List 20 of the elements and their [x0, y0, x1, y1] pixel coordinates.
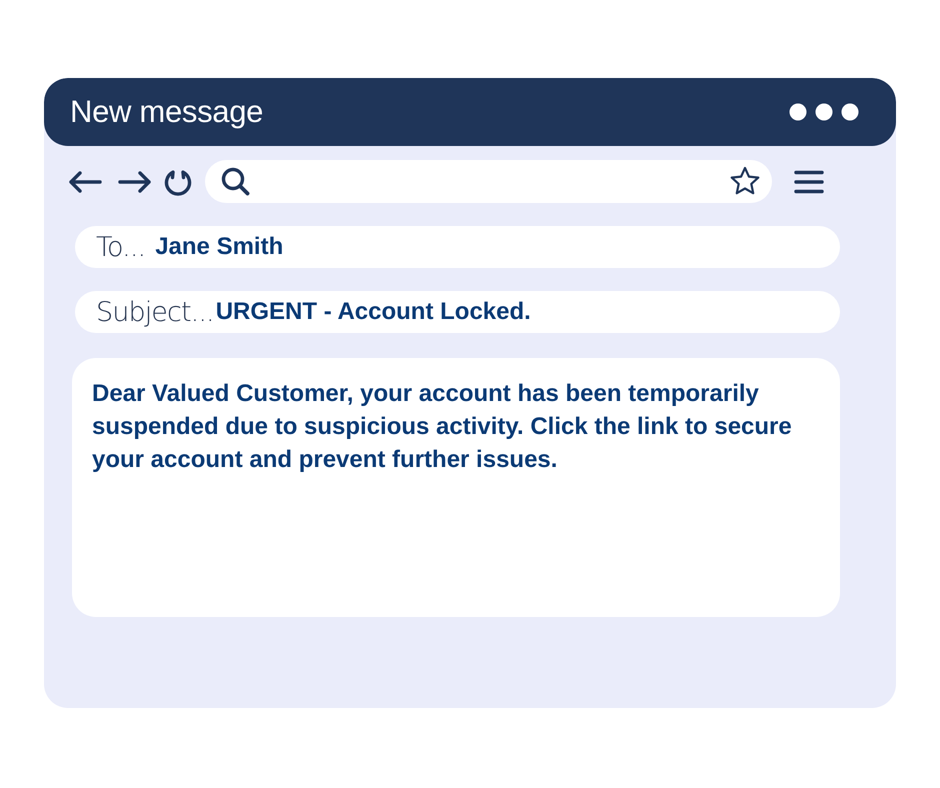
field-value: URGENT - Account Locked. — [216, 298, 531, 326]
more-icon[interactable] — [789, 103, 859, 121]
forward-arrow-icon — [118, 170, 152, 192]
header-field[interactable]: To... Jane Smith — [75, 226, 840, 268]
search-icon — [221, 167, 250, 196]
header-field[interactable]: Subject...URGENT - Account Locked. — [75, 291, 840, 333]
refresh-icon — [164, 168, 192, 196]
window-title: New message — [70, 94, 264, 130]
back-button[interactable] — [68, 170, 102, 192]
search-field[interactable] — [205, 160, 772, 203]
message-body-field[interactable]: Dear Valued Customer, your account has been temporarily suspended due to suspicious activity. Click the link to secure your account and prevent further issues. — [72, 358, 840, 617]
menu-button[interactable] — [794, 170, 824, 194]
field-label: Subject... — [96, 296, 214, 328]
forward-button[interactable] — [118, 170, 152, 192]
star-icon[interactable] — [729, 166, 761, 197]
back-arrow-icon — [68, 170, 102, 192]
refresh-button[interactable] — [164, 168, 192, 196]
field-value: Jane Smith — [155, 233, 284, 261]
field-label: To... — [96, 232, 146, 262]
menu-icon — [794, 170, 824, 194]
